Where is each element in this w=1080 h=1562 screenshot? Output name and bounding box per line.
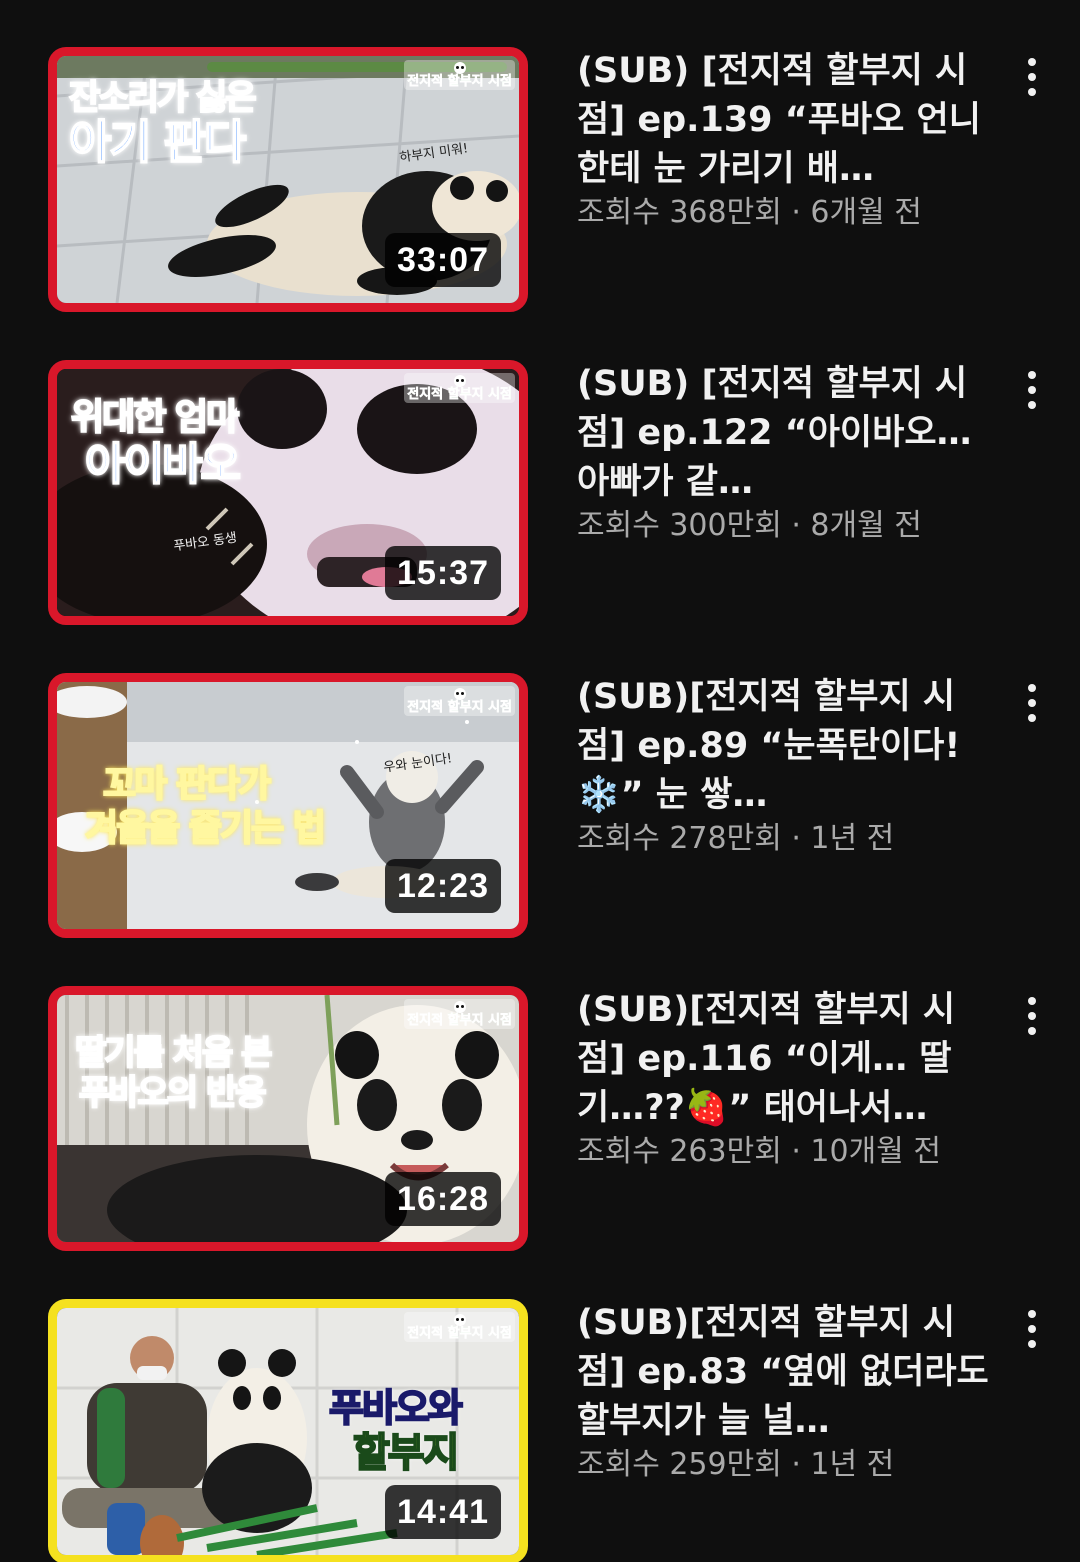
video-meta: 조회수 278만회 · 1년 전 xyxy=(577,819,894,859)
channel-badge-text: 전지적 할부지 시점 xyxy=(407,387,512,402)
upload-age: 6개월 전 xyxy=(810,195,922,230)
meta-separator: · xyxy=(781,508,811,543)
more-vert-icon[interactable] xyxy=(1016,368,1048,412)
duration-badge: 16:28 xyxy=(385,1172,501,1226)
duration-badge: 14:41 xyxy=(385,1485,501,1539)
thumbnail-caption-line2: 아기 판다 xyxy=(68,115,247,169)
thumbnail-caption-line1: 푸바오와 xyxy=(328,1386,464,1430)
video-title[interactable]: (SUB) [전지적 할부지 시점] ep.122 “아이바오…아빠가 같… xyxy=(577,360,992,507)
view-count: 조회수 263만회 xyxy=(577,1134,782,1169)
channel-badge: 전지적 할부지 시점 xyxy=(404,999,515,1029)
panda-icon xyxy=(453,375,466,387)
video-meta: 조회수 300만회 · 8개월 전 xyxy=(577,506,922,546)
video-list: 잔소리가 싫은 아기 판다 하부지 미워! 전지적 할부지 시점 33:07 (… xyxy=(0,0,1080,1562)
duration-badge: 33:07 xyxy=(385,233,501,287)
meta-separator: · xyxy=(781,195,811,230)
view-count: 조회수 300만회 xyxy=(577,508,782,543)
view-count: 조회수 259만회 xyxy=(577,1447,782,1482)
thumbnail-caption-line1: 잔소리가 싫은 xyxy=(68,78,258,118)
thumbnail-caption-line2: 푸바오의 반응 xyxy=(78,1073,268,1113)
thumbnail-caption-line2: 아이바오 xyxy=(84,439,242,490)
channel-badge-text: 전지적 할부지 시점 xyxy=(407,1326,512,1341)
channel-badge: 전지적 할부지 시점 xyxy=(404,373,515,403)
meta-separator: · xyxy=(781,1447,811,1482)
video-title[interactable]: (SUB)[전지적 할부지 시점] ep.83 “옆에 없더라도 할부지가 늘 … xyxy=(577,1299,992,1446)
video-thumbnail[interactable]: 위대한 엄마 아이바오 푸바오 동생 전지적 할부지 시점 15:37 xyxy=(48,360,528,625)
video-item[interactable]: 잔소리가 싫은 아기 판다 하부지 미워! 전지적 할부지 시점 33:07 (… xyxy=(0,0,1080,313)
thumbnail-caption-line1: 딸기를 처음 본 xyxy=(74,1033,273,1073)
more-vert-icon[interactable] xyxy=(1016,55,1048,99)
upload-age: 8개월 전 xyxy=(810,508,922,543)
thumbnail-caption-line2: 겨울을 즐기는 법 xyxy=(84,808,327,849)
upload-age: 1년 전 xyxy=(810,1447,895,1482)
thumbnail-caption-line2: 할부지 xyxy=(352,1430,460,1476)
channel-badge-text: 전지적 할부지 시점 xyxy=(407,700,512,715)
more-vert-icon[interactable] xyxy=(1016,994,1048,1038)
channel-badge: 전지적 할부지 시점 xyxy=(404,1312,515,1342)
duration-badge: 15:37 xyxy=(385,546,501,600)
panda-icon xyxy=(453,1314,466,1326)
panda-icon xyxy=(453,62,466,74)
view-count: 조회수 368만회 xyxy=(577,195,782,230)
more-vert-icon[interactable] xyxy=(1016,681,1048,725)
video-title[interactable]: (SUB)[전지적 할부지 시점] ep.116 “이게… 딸기…??🍓” 태어… xyxy=(577,986,992,1133)
video-item[interactable]: 꼬마 판다가 겨울을 즐기는 법 우와 눈이다! 전지적 할부지 시점 12:2… xyxy=(0,626,1080,939)
video-thumbnail[interactable]: 푸바오와 할부지 전지적 할부지 시점 14:41 xyxy=(48,1299,528,1562)
video-title[interactable]: (SUB)[전지적 할부지 시점] ep.89 “눈폭탄이다!❄️” 눈 쌓… xyxy=(577,673,992,820)
upload-age: 10개월 전 xyxy=(810,1134,941,1169)
thumbnail-caption-line1: 꼬마 판다가 xyxy=(102,764,272,805)
video-meta: 조회수 263만회 · 10개월 전 xyxy=(577,1132,941,1172)
video-thumbnail[interactable]: 딸기를 처음 본 푸바오의 반응 전지적 할부지 시점 16:28 xyxy=(48,986,528,1251)
meta-separator: · xyxy=(781,821,811,856)
video-item[interactable]: 딸기를 처음 본 푸바오의 반응 전지적 할부지 시점 16:28 (SUB)[… xyxy=(0,939,1080,1252)
panda-icon xyxy=(453,688,466,700)
video-meta: 조회수 259만회 · 1년 전 xyxy=(577,1445,894,1485)
video-item[interactable]: 위대한 엄마 아이바오 푸바오 동생 전지적 할부지 시점 15:37 (SUB… xyxy=(0,313,1080,626)
more-vert-icon[interactable] xyxy=(1016,1307,1048,1351)
channel-badge-text: 전지적 할부지 시점 xyxy=(407,1013,512,1028)
video-item[interactable]: 푸바오와 할부지 전지적 할부지 시점 14:41 (SUB)[전지적 할부지 … xyxy=(0,1252,1080,1562)
video-title[interactable]: (SUB) [전지적 할부지 시점] ep.139 “푸바오 언니한테 눈 가리… xyxy=(577,47,992,194)
video-thumbnail[interactable]: 꼬마 판다가 겨울을 즐기는 법 우와 눈이다! 전지적 할부지 시점 12:2… xyxy=(48,673,528,938)
video-thumbnail[interactable]: 잔소리가 싫은 아기 판다 하부지 미워! 전지적 할부지 시점 33:07 xyxy=(48,47,528,312)
channel-badge-text: 전지적 할부지 시점 xyxy=(407,74,512,89)
channel-badge: 전지적 할부지 시점 xyxy=(404,60,515,90)
video-meta: 조회수 368만회 · 6개월 전 xyxy=(577,193,922,233)
duration-badge: 12:23 xyxy=(385,859,501,913)
channel-badge: 전지적 할부지 시점 xyxy=(404,686,515,716)
view-count: 조회수 278만회 xyxy=(577,821,782,856)
panda-icon xyxy=(453,1001,466,1013)
thumbnail-caption-line1: 위대한 엄마 xyxy=(70,397,240,438)
upload-age: 1년 전 xyxy=(810,821,895,856)
meta-separator: · xyxy=(781,1134,811,1169)
